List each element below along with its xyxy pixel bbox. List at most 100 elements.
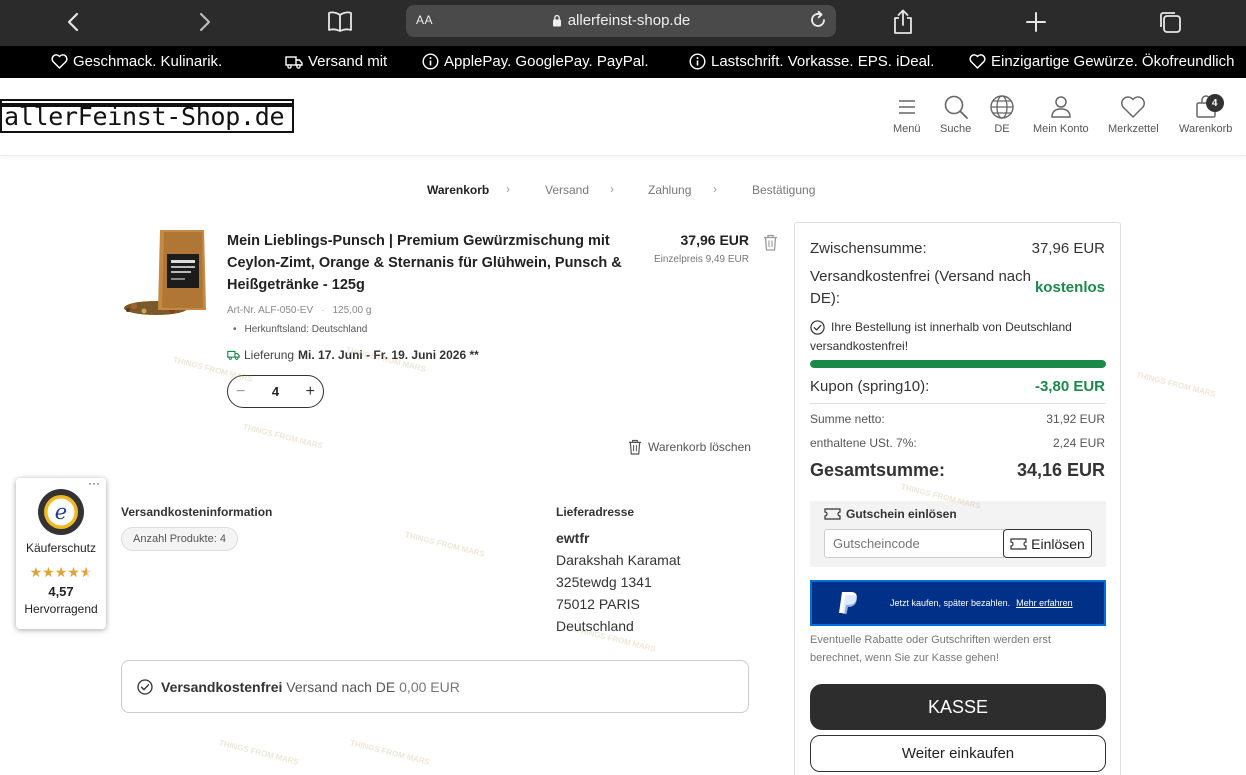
- share-icon[interactable]: [887, 7, 919, 37]
- heart-icon: [1120, 94, 1146, 120]
- heart-icon: [51, 54, 68, 69]
- step-confirmation: Bestätigung: [752, 183, 816, 197]
- step-shipping: Versand: [545, 183, 590, 197]
- product-price: 37,96 EUR: [680, 232, 749, 248]
- trusted-shops-badge[interactable]: ··· e Käuferschutz ★★★★★ ★ 4,57 Hervorrag…: [16, 476, 106, 629]
- step-cart: Warenkorb: [427, 183, 490, 197]
- trusted-shops-seal: e: [37, 488, 85, 541]
- voucher-code-input[interactable]: [824, 529, 1004, 558]
- delivery-address: ewtfr Darakshah Karamat 325tewdg 1341 75…: [556, 527, 681, 637]
- site-header: allerFeinst-Shop.de Menü Suche DE Mein K…: [0, 78, 1246, 156]
- address-line: 75012 PARIS: [556, 596, 640, 612]
- promo-text: Versand mit: [308, 53, 388, 70]
- delivery-info: Lieferung Mi. 17. Juni - Fr. 19. Juni 20…: [227, 348, 479, 362]
- ticket-icon: [1010, 537, 1027, 550]
- promo-text: Geschmack. Kulinarik.: [73, 53, 223, 70]
- nav-menu[interactable]: Menü: [893, 94, 921, 135]
- free-shipping-progress: [810, 360, 1106, 368]
- free-shipping-bold: Versandkostenfrei: [161, 678, 283, 695]
- nav-language[interactable]: DE: [989, 94, 1015, 135]
- nav-label: Mein Konto: [1033, 123, 1089, 135]
- user-icon: [1050, 94, 1072, 120]
- paypal-banner[interactable]: Jetzt kaufen, später bezahlen. Mehr erfa…: [810, 580, 1106, 626]
- total-row: Gesamtsumme: 34,16 EUR: [810, 460, 1105, 481]
- free-shipping-box: Versandkostenfrei Versand nach DE 0,00 E…: [121, 660, 749, 713]
- paypal-icon: [839, 592, 857, 614]
- voucher-title: Gutschein einlösen: [824, 507, 957, 521]
- address-line: 325tewdg 1341: [556, 574, 652, 590]
- article-number: Art-Nr. ALF-050-EV: [227, 305, 314, 316]
- promo-text: Einzigartige Gewürze. Ökofreundlich: [991, 53, 1235, 70]
- shipping-label: Versandkostenfrei (Versand nach DE):: [810, 268, 1031, 307]
- shipping-value: kostenlos: [1034, 279, 1105, 296]
- product-origin: Herkunftsland: Deutschland: [233, 324, 368, 335]
- free-note-text: Ihre Bestellung ist innerhalb von Deutsc…: [810, 320, 1072, 353]
- chevron-right-icon: ›: [610, 182, 614, 196]
- net-label: Summe netto:: [810, 412, 885, 426]
- checkout-button[interactable]: KASSE: [810, 684, 1106, 730]
- nav-cart[interactable]: 4 Warenkorb: [1179, 94, 1232, 135]
- rating-score: 4,57: [48, 584, 74, 599]
- promo-item: Einzigartige Gewürze. Ökofreundlich: [969, 53, 1234, 70]
- tabs-icon[interactable]: [1154, 7, 1186, 37]
- product-weight: 125,00 g: [332, 305, 372, 316]
- subtotal-row: Zwischensumme: 37,96 EUR: [810, 240, 1105, 257]
- product-image[interactable]: [122, 228, 207, 318]
- product-meta: Art-Nr. ALF-050-EV · 125,00 g: [227, 305, 372, 316]
- shipping-info-title: Versandkosteninformation: [121, 505, 273, 519]
- reload-icon[interactable]: [808, 10, 828, 35]
- step-payment: Zahlung: [648, 183, 692, 197]
- trash-icon[interactable]: [763, 234, 778, 256]
- redeem-voucher-button[interactable]: Einlösen: [1003, 529, 1092, 558]
- promo-item: Geschmack. Kulinarik.: [51, 53, 222, 70]
- nav-label: Menü: [893, 123, 921, 135]
- more-options-icon[interactable]: ···: [88, 476, 100, 490]
- total-value: 34,16 EUR: [1016, 460, 1105, 480]
- coupon-label: Kupon (spring10):: [810, 378, 930, 395]
- trusted-shops-label: Käuferschutz: [25, 541, 97, 555]
- product-title[interactable]: Mein Lieblings-Punsch | Premium Gewürzmi…: [227, 230, 622, 296]
- rating-stars: ★★★★★ ★: [29, 564, 93, 580]
- bag-icon: 4: [1194, 94, 1224, 120]
- redeem-label: Einlösen: [1031, 535, 1085, 552]
- address-name: ewtfr: [556, 530, 590, 546]
- progress-fill: [810, 360, 1106, 368]
- vat-value: 2,24 EUR: [1052, 436, 1105, 450]
- nav-label: Suche: [940, 123, 972, 135]
- coupon-row: Kupon (spring10): -3,80 EUR: [810, 378, 1105, 395]
- promo-item: Versand mit: [285, 53, 387, 70]
- increase-quantity-button[interactable]: +: [306, 383, 315, 401]
- paypal-link[interactable]: Mehr erfahren: [1016, 598, 1073, 608]
- back-icon[interactable]: [57, 7, 89, 37]
- rating-word: Hervorragend: [24, 602, 98, 616]
- trash-icon: [628, 439, 642, 455]
- total-label: Gesamtsumme:: [810, 460, 946, 480]
- truck-icon: [285, 55, 303, 69]
- bookmarks-icon[interactable]: [324, 7, 356, 37]
- nav-wishlist[interactable]: Merkzettel: [1108, 94, 1159, 135]
- shipping-row: Versandkostenfrei (Versand nach DE): kos…: [810, 266, 1105, 310]
- promo-bar: Geschmack. Kulinarik. Versand mit AppleP…: [0, 46, 1246, 78]
- quantity-stepper: − 4 +: [227, 375, 324, 408]
- continue-shopping-button[interactable]: Weiter einkaufen: [810, 735, 1106, 772]
- logo[interactable]: allerFeinst-Shop.de: [0, 99, 294, 133]
- coupon-value: -3,80 EUR: [1034, 378, 1105, 395]
- address-title: Lieferadresse: [556, 505, 635, 519]
- new-tab-icon[interactable]: [1020, 7, 1052, 37]
- voucher-panel: Gutschein einlösen Einlösen: [810, 501, 1106, 567]
- watermark: THINGS FROM MARS: [218, 738, 300, 767]
- heart-icon: [969, 54, 986, 69]
- vat-label: enthaltene USt. 7%:: [810, 436, 917, 450]
- nav-search[interactable]: Suche: [940, 94, 971, 135]
- forward-icon[interactable]: [189, 7, 221, 37]
- nav-account[interactable]: Mein Konto: [1033, 94, 1089, 135]
- free-shipping-amount: 0,00 EUR: [399, 678, 460, 695]
- address-bar[interactable]: AA allerfeinst-shop.de: [406, 5, 836, 37]
- delivery-dates: Mi. 17. Juni - Fr. 19. Juni 2026 **: [298, 348, 479, 362]
- clear-cart-button[interactable]: Warenkorb löschen: [628, 439, 751, 455]
- truck-icon: [227, 350, 240, 360]
- promo-item: ApplePay. GooglePay. PayPal.: [422, 53, 649, 70]
- chevron-right-icon: ›: [713, 182, 717, 196]
- decrease-quantity-button[interactable]: −: [236, 383, 245, 401]
- quantity-value[interactable]: 4: [272, 384, 279, 399]
